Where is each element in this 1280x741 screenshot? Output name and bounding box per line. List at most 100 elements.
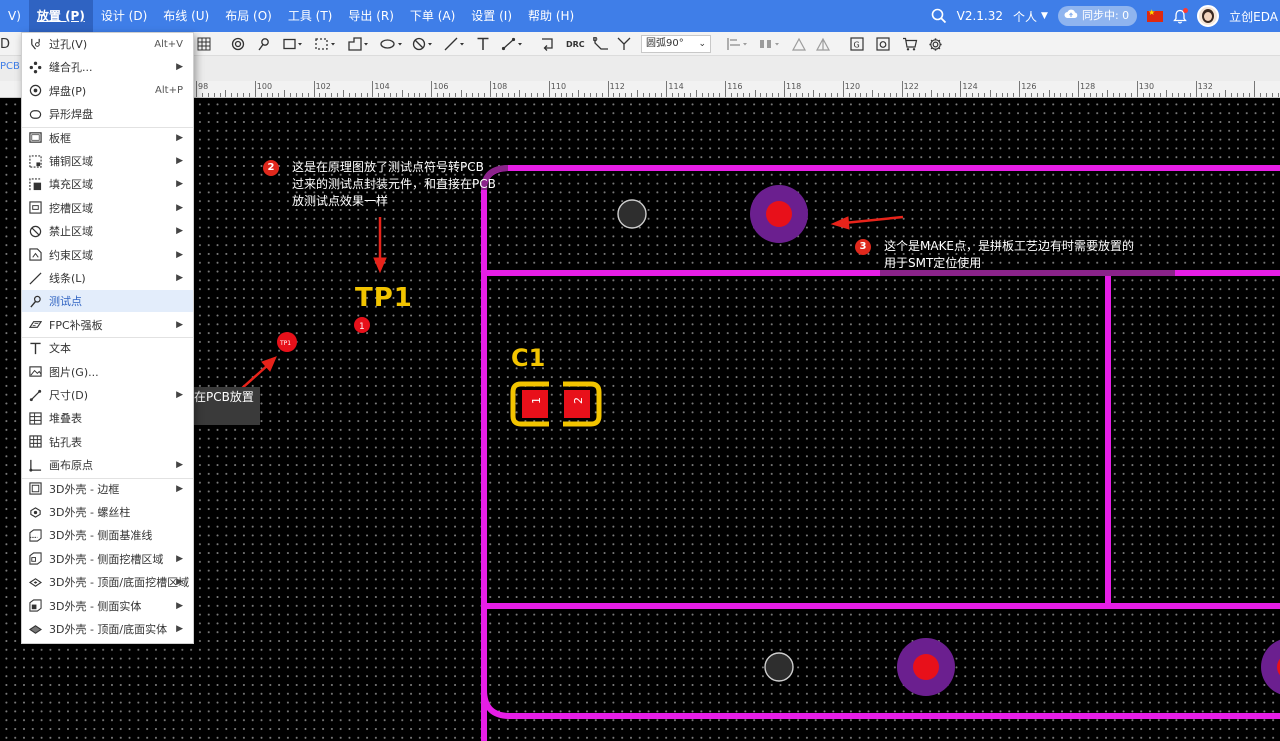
menu-item-shell-top-slot[interactable]: 3D外壳 - 顶面/底面挖槽区域 ▶: [22, 571, 193, 593]
menu-help[interactable]: 帮助 (H): [520, 0, 582, 32]
diff-icon[interactable]: [617, 35, 633, 53]
menu-place[interactable]: 放置 (P): [28, 0, 93, 32]
menu-item-label: 尺寸(D): [49, 389, 89, 402]
polygon-icon[interactable]: [348, 35, 370, 53]
menu-item-copper-pour[interactable]: 铺铜区域 ▶: [22, 150, 193, 172]
menu-item-keepout[interactable]: 禁止区域 ▶: [22, 220, 193, 242]
ruler-tick: [719, 93, 721, 97]
menu-view[interactable]: V): [0, 0, 29, 32]
menu-item-stackup-table[interactable]: 堆叠表: [22, 407, 193, 429]
avatar[interactable]: [1197, 5, 1220, 27]
menu-item-label: 文本: [49, 342, 71, 356]
language-flag-icon[interactable]: [1147, 8, 1164, 22]
menu-order[interactable]: 下单 (A): [402, 0, 463, 32]
camera-icon[interactable]: [876, 35, 890, 53]
dimension-icon[interactable]: [501, 35, 525, 53]
ruler-tick: [707, 93, 709, 97]
sync-status[interactable]: 同步中: 0: [1057, 6, 1138, 26]
ruler-tick: [1248, 93, 1250, 97]
menu-tools[interactable]: 工具 (T): [280, 0, 341, 32]
ruler-tick: [1054, 93, 1056, 97]
gear-icon[interactable]: [928, 35, 943, 53]
ruler-tick: [254, 81, 256, 97]
menu-item-stitch[interactable]: 缝合孔... ▶: [22, 56, 193, 78]
menu-item-shell-baseline[interactable]: 3D外壳 - 侧面基准线: [22, 524, 193, 546]
menu-export[interactable]: 导出 (R): [340, 0, 402, 32]
menu-item-fill[interactable]: 填充区域 ▶: [22, 173, 193, 195]
menu-item-custom-pad[interactable]: 异形焊盘: [22, 103, 193, 125]
shell-baseline-icon: [28, 528, 42, 542]
menu-item-dimension[interactable]: 尺寸(D) ▶: [22, 384, 193, 406]
note-3-text: 这个是MAKE点，是拼板工艺边有时需要放置的 用于SMT定位使用: [884, 238, 1134, 272]
menu-settings[interactable]: 设置 (I): [463, 0, 520, 32]
menu-route[interactable]: 布线 (U): [155, 0, 217, 32]
ruler-tick: [1266, 93, 1268, 97]
ruler-tick: [931, 90, 932, 97]
testpoint-icon[interactable]: [257, 35, 271, 53]
menu-item-line[interactable]: 线条(L) ▶: [22, 267, 193, 289]
text-icon: [28, 341, 42, 355]
menu-item-constraint[interactable]: 约束区域 ▶: [22, 244, 193, 266]
menu-item-slot[interactable]: 挖槽区域 ▶: [22, 197, 193, 219]
menu-item-pad[interactable]: 焊盘(P) Alt+P: [22, 80, 193, 102]
ruler-tick: [919, 93, 921, 97]
c1-designator[interactable]: C1: [511, 344, 545, 372]
ruler-tick: [1125, 93, 1127, 97]
distribute-icon[interactable]: [759, 35, 783, 53]
dashed-rect-icon[interactable]: [315, 35, 337, 53]
gerber-icon[interactable]: G: [850, 35, 864, 53]
via-icon[interactable]: [231, 35, 245, 53]
ruler-tick: [819, 93, 821, 97]
ruler-tick: [678, 93, 680, 97]
ruler-tick: [660, 93, 662, 97]
triangle-icon[interactable]: [791, 35, 807, 53]
keepout-icon: [28, 224, 42, 238]
ruler-tick: [243, 93, 245, 97]
menu-item-shell-screw[interactable]: 3D外壳 - 螺丝柱: [22, 501, 193, 523]
menu-item-shell-border[interactable]: 3D外壳 - 边框 ▶: [22, 478, 193, 500]
menu-item-text[interactable]: 文本: [22, 337, 193, 359]
tab-pcb[interactable]: PCB: [0, 61, 20, 72]
text-icon[interactable]: [476, 35, 490, 53]
drc-icon[interactable]: DRC: [566, 35, 585, 53]
menu-item-testpoint[interactable]: 测试点: [22, 290, 193, 313]
ruler-tick: [1254, 81, 1256, 97]
menu-item-fpc[interactable]: FPC补强板 ▶: [22, 314, 193, 336]
ruler-tick: [196, 81, 197, 97]
tp1-designator[interactable]: TP1: [355, 283, 413, 313]
menu-item-shell-side-slot[interactable]: 3D外壳 - 侧面挖槽区域 ▶: [22, 548, 193, 570]
route-icon[interactable]: [540, 35, 556, 53]
menu-item-image[interactable]: 图片(G)...: [22, 361, 193, 383]
arc-mode-select[interactable]: 圆弧90° ⌄: [641, 35, 711, 53]
ruler-tick: [972, 93, 974, 97]
ruler-tick: [1119, 93, 1121, 97]
ruler-tick: [290, 93, 292, 97]
menu-item-drill-table[interactable]: 钻孔表: [22, 431, 193, 453]
account-dropdown[interactable]: 个人 ▼: [1013, 8, 1048, 25]
menu-item-shell-side-solid[interactable]: 3D外壳 - 侧面实体 ▶: [22, 595, 193, 617]
track-icon[interactable]: [593, 35, 609, 53]
menu-layout[interactable]: 布局 (O): [217, 0, 280, 32]
grid-icon[interactable]: [197, 35, 211, 53]
search-icon[interactable]: [931, 8, 947, 24]
align-icon[interactable]: [727, 35, 751, 53]
ruler-tick: [478, 93, 480, 97]
ruler-tick: [301, 93, 303, 97]
menu-design[interactable]: 设计 (D): [93, 0, 155, 32]
line-icon[interactable]: [444, 35, 466, 53]
ruler-tick: [736, 93, 738, 97]
ellipse-icon[interactable]: [380, 35, 404, 53]
no-icon[interactable]: [412, 35, 434, 53]
ruler-label: 124: [962, 82, 978, 91]
menu-item-board-outline[interactable]: 板框 ▶: [22, 127, 193, 149]
menu-item-via[interactable]: 过孔(V) Alt+V: [22, 33, 193, 55]
cart-icon[interactable]: [902, 35, 918, 53]
triangle-alt-icon[interactable]: [815, 35, 831, 53]
rect-icon[interactable]: [283, 35, 303, 53]
bell-icon[interactable]: [1173, 7, 1189, 24]
menu-item-label: 3D外壳 - 边框: [49, 482, 120, 496]
menu-item-origin[interactable]: 画布原点 ▶: [22, 454, 193, 476]
menu-item-shell-top-solid[interactable]: 3D外壳 - 顶面/底面实体 ▶: [22, 618, 193, 640]
menu-item-label: 3D外壳 - 顶面/底面挖槽区域: [49, 576, 190, 590]
ruler-tick: [431, 81, 433, 97]
